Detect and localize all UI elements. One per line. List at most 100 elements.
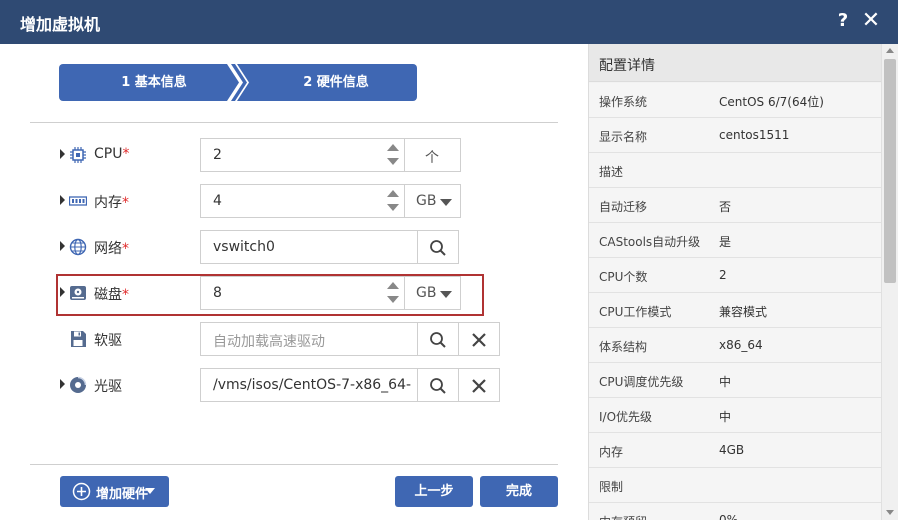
decrement-arrow[interactable]: [387, 158, 399, 165]
cpu-stepper[interactable]: [385, 139, 401, 171]
floppy-icon: [71, 331, 86, 347]
memory-size-input[interactable]: 4: [200, 184, 405, 218]
cpu-icon: [70, 147, 86, 163]
decrement-arrow[interactable]: [387, 204, 399, 211]
detail-key: 内存预留: [599, 513, 647, 520]
scroll-up-arrow[interactable]: [886, 48, 894, 53]
network-row: 网络* vswitch0: [60, 230, 500, 264]
close-icon[interactable]: ✕: [860, 8, 882, 33]
search-icon: [430, 240, 446, 256]
network-globe-icon: [69, 238, 87, 256]
cdrom-row: 光驱 /vms/isos/CentOS-7-x86_64-M: [60, 368, 500, 402]
detail-key: CAStools自动升级: [599, 235, 701, 249]
clear-icon: [472, 333, 486, 347]
detail-key: 自动迁移: [599, 200, 648, 214]
memory-label: 内存*: [94, 195, 129, 211]
config-details-panel: 配置详情 操作系统 CentOS 6/7(64位) 显示名称 centos1511 描述…: [588, 44, 898, 520]
cdrom-clear-button[interactable]: [458, 368, 500, 402]
detail-key: 显示名称: [599, 130, 648, 144]
scroll-down-arrow[interactable]: [886, 510, 894, 515]
detail-row: I/O优先级 中: [589, 398, 881, 433]
step-basic-info[interactable]: 1 基本信息: [59, 64, 249, 101]
floppy-driver-input[interactable]: 自动加载高速驱动: [200, 322, 418, 356]
cpu-count-input[interactable]: 2: [200, 138, 405, 172]
floppy-search-button[interactable]: [417, 322, 459, 356]
detail-key: 描述: [599, 165, 624, 179]
cdrom-search-button[interactable]: [417, 368, 459, 402]
clear-icon: [472, 379, 486, 393]
detail-row: 限制: [589, 468, 881, 503]
details-title: 配置详情: [599, 58, 655, 74]
detail-key: CPU工作模式: [599, 305, 672, 319]
detail-row: CPU工作模式 兼容模式: [589, 293, 881, 328]
detail-row: CPU个数 2: [589, 258, 881, 293]
dialog-titlebar: 增加虚拟机 ? ✕: [0, 0, 898, 44]
memory-stepper[interactable]: [385, 185, 401, 217]
network-expand-arrow[interactable]: [60, 241, 65, 251]
details-scrollbar[interactable]: [881, 44, 898, 520]
memory-expand-arrow[interactable]: [60, 195, 65, 205]
disk-row-highlight: [56, 274, 484, 316]
finish-button[interactable]: 完成: [480, 476, 558, 507]
detail-key: 体系结构: [599, 340, 648, 354]
previous-step-button[interactable]: 上一步: [395, 476, 473, 507]
detail-value: 中: [719, 410, 732, 424]
cpu-unit-label: 个: [404, 138, 461, 172]
memory-unit-select[interactable]: GB: [404, 184, 461, 218]
floppy-clear-button[interactable]: [458, 322, 500, 356]
detail-row: 描述: [589, 153, 881, 188]
detail-value: 中: [719, 375, 732, 389]
wizard-steps: 1 基本信息 2 硬件信息: [59, 64, 417, 101]
hardware-form-panel: 1 基本信息 2 硬件信息 CPU* 2 个 内存* 4 GB 网络* vswi…: [0, 44, 588, 520]
scrollbar-thumb[interactable]: [884, 59, 896, 283]
network-search-button[interactable]: [417, 230, 459, 264]
cdrom-expand-arrow[interactable]: [60, 379, 65, 389]
detail-value: 4GB: [719, 443, 745, 457]
floppy-label: 软驱: [94, 333, 122, 349]
detail-row: 操作系统 CentOS 6/7(64位): [589, 83, 881, 118]
detail-value: 兼容模式: [719, 305, 768, 319]
detail-key: 操作系统: [599, 95, 648, 109]
detail-row: CPU调度优先级 中: [589, 363, 881, 398]
divider: [30, 464, 558, 465]
detail-key: 限制: [599, 480, 624, 494]
memory-row: 内存* 4 GB: [60, 184, 500, 218]
detail-value: 0%: [719, 513, 739, 520]
plus-circle-icon: [72, 482, 91, 501]
step-separator-chevron: [227, 64, 249, 101]
detail-key: I/O优先级: [599, 410, 653, 424]
network-label: 网络*: [94, 241, 129, 257]
detail-value: x86_64: [719, 338, 763, 352]
detail-row: 自动迁移 否: [589, 188, 881, 223]
floppy-row: 软驱 自动加载高速驱动: [60, 322, 500, 356]
detail-value: 否: [719, 200, 732, 214]
network-input[interactable]: vswitch0: [200, 230, 418, 264]
detail-key: CPU调度优先级: [599, 375, 684, 389]
chevron-down-icon: [145, 488, 155, 494]
cpu-expand-arrow[interactable]: [60, 149, 65, 159]
cdrom-label: 光驱: [94, 379, 122, 395]
cdrom-image-input[interactable]: /vms/isos/CentOS-7-x86_64-M: [200, 368, 418, 402]
increment-arrow[interactable]: [387, 190, 399, 197]
cpu-row: CPU* 2 个: [60, 138, 500, 172]
cpu-label: CPU*: [94, 146, 130, 162]
detail-key: CPU个数: [599, 270, 648, 284]
memory-icon: [69, 196, 87, 206]
detail-row: 内存预留 0%: [589, 503, 881, 520]
dialog-title: 增加虚拟机: [20, 15, 101, 34]
detail-row: 体系结构 x86_64: [589, 328, 881, 363]
detail-value: 是: [719, 235, 732, 249]
detail-row: 内存 4GB: [589, 433, 881, 468]
detail-key: 内存: [599, 445, 624, 459]
cdrom-icon: [70, 376, 87, 393]
detail-value: CentOS 6/7(64位): [719, 95, 824, 109]
divider: [30, 122, 558, 123]
detail-row: CAStools自动升级 是: [589, 223, 881, 258]
detail-value: 2: [719, 268, 727, 282]
add-hardware-button[interactable]: 增加硬件: [60, 476, 169, 507]
increment-arrow[interactable]: [387, 144, 399, 151]
help-icon[interactable]: ?: [834, 10, 852, 31]
step-hardware-info[interactable]: 2 硬件信息: [229, 64, 417, 101]
search-icon: [430, 378, 446, 394]
detail-row: 显示名称 centos1511: [589, 118, 881, 153]
